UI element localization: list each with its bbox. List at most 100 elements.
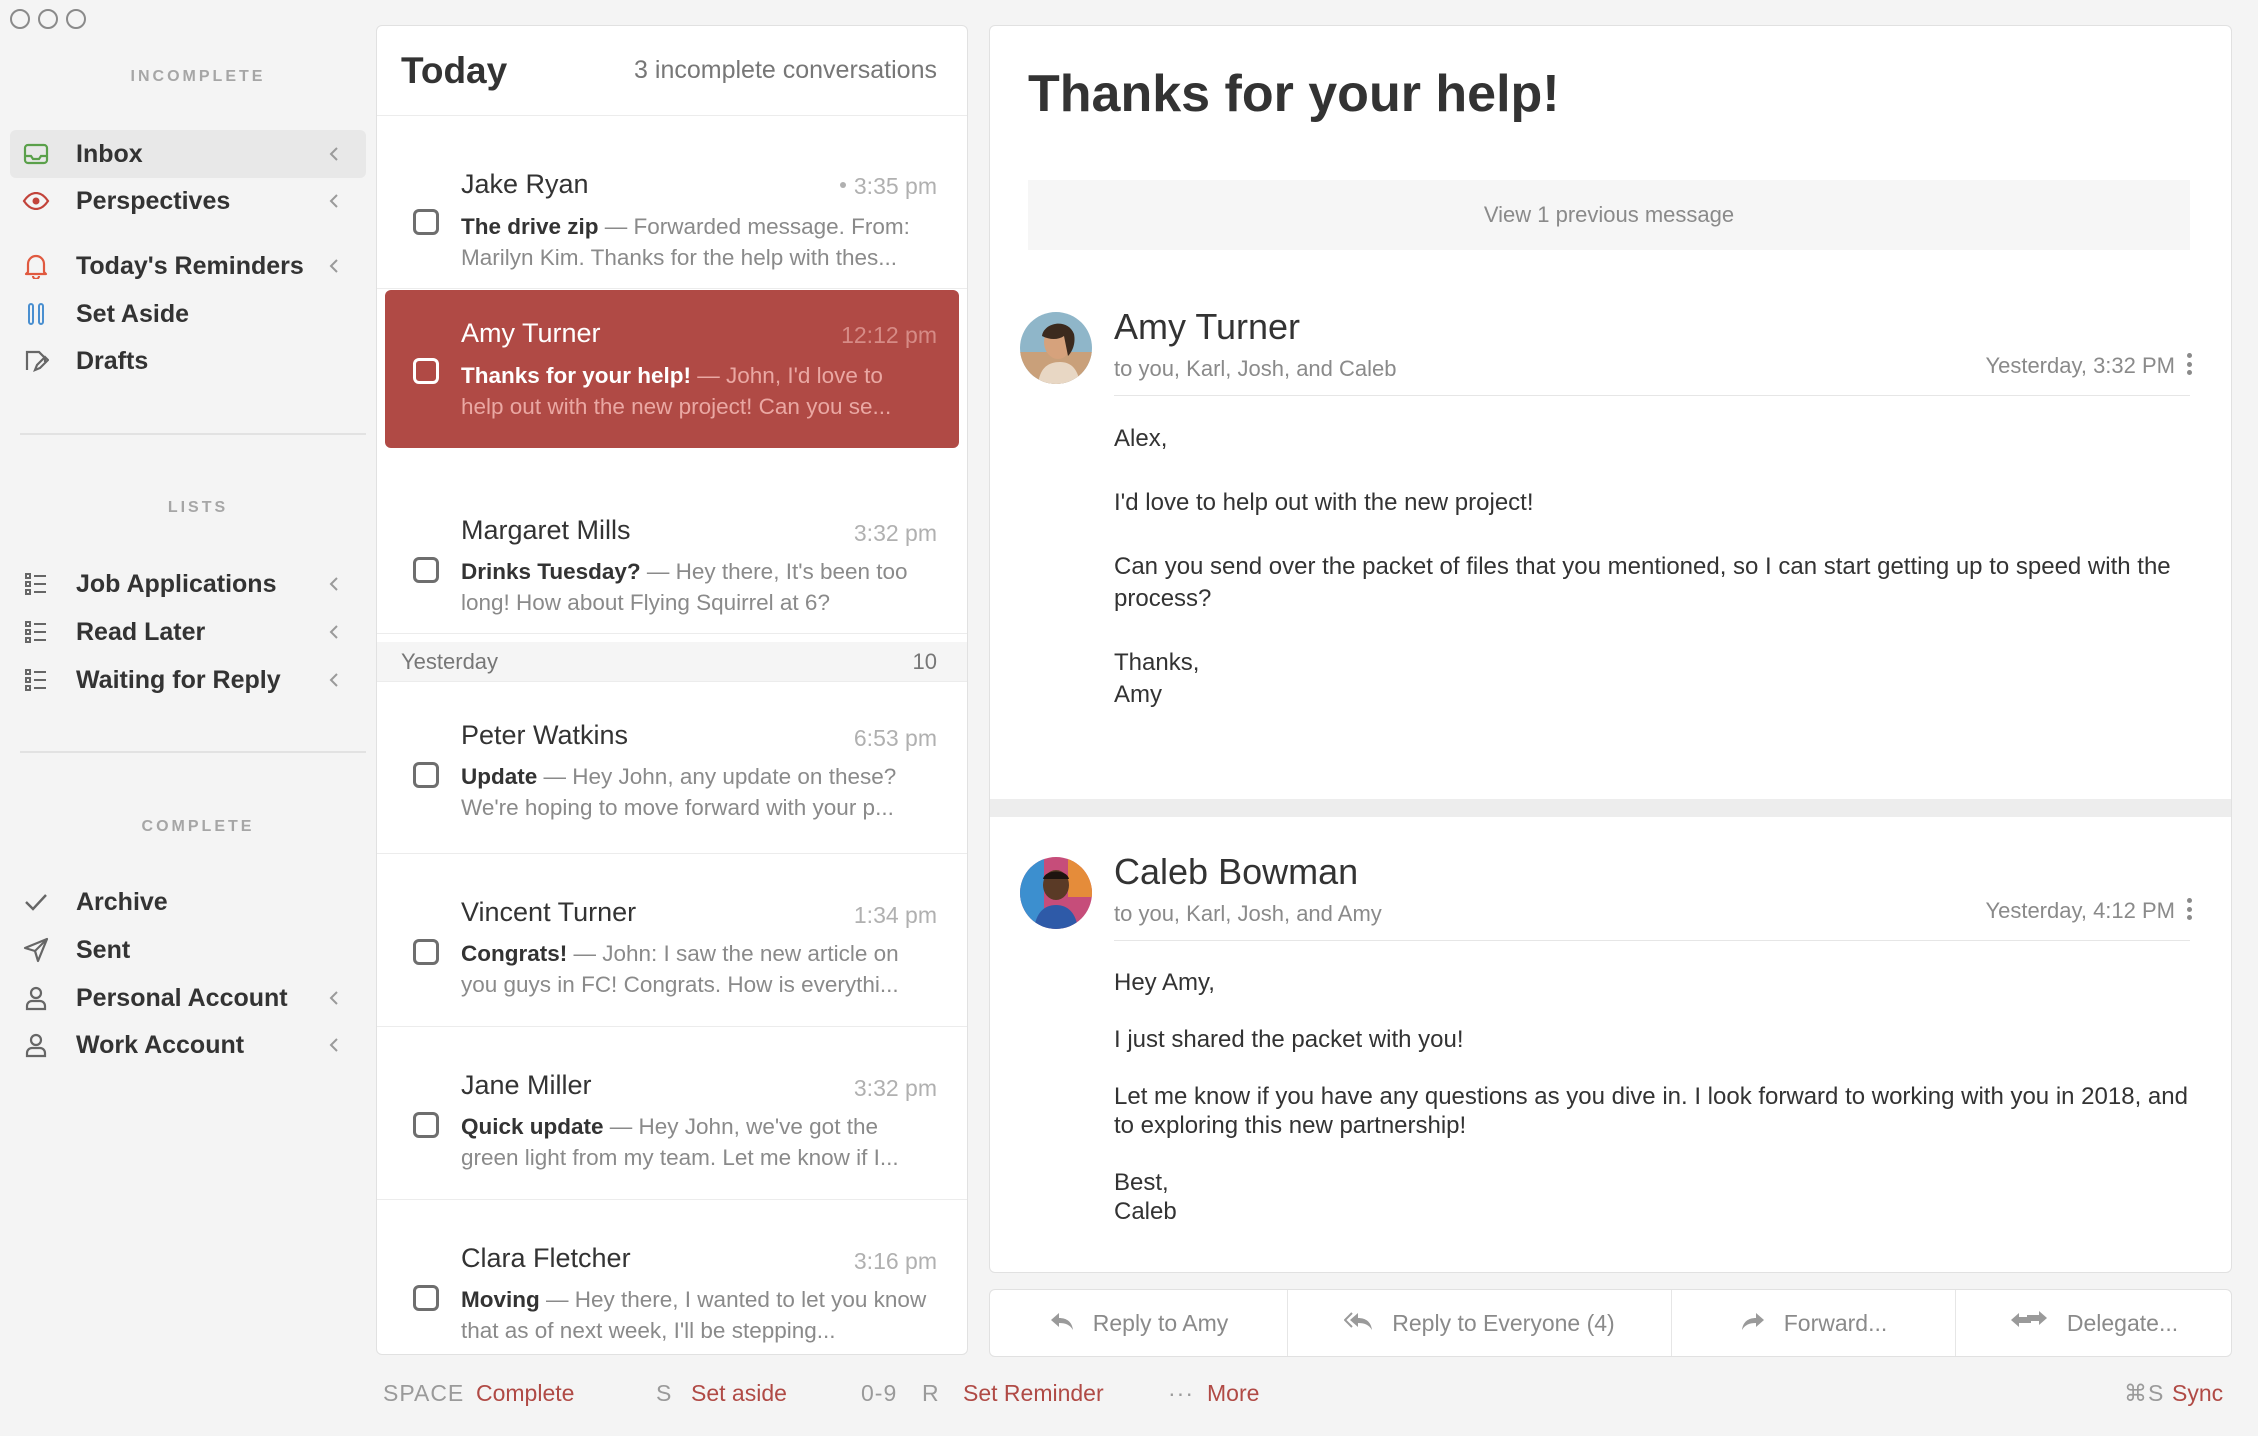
sidebar-item-work-account[interactable]: Work Account bbox=[10, 1021, 366, 1069]
message-body: Alex, I'd love to help out with the new … bbox=[1114, 425, 2171, 708]
more-options-icon[interactable] bbox=[2187, 353, 2193, 375]
draft-pencil-icon bbox=[20, 345, 52, 377]
incomplete-count: 3 incomplete conversations bbox=[634, 56, 937, 84]
sidebar-item-label: Drafts bbox=[76, 346, 149, 375]
reply-button[interactable]: Reply to Amy bbox=[990, 1290, 1288, 1356]
shortcut-key: S bbox=[656, 1380, 673, 1406]
header-divider bbox=[1114, 940, 2190, 941]
sidebar-item-waiting-for-reply[interactable]: Waiting for Reply bbox=[10, 656, 366, 704]
sidebar-item-set-aside[interactable]: Set Aside bbox=[10, 290, 366, 338]
conversation-row[interactable]: Jake Ryan 3:35 pm The drive zip — Forwar… bbox=[377, 117, 967, 289]
avatar bbox=[1020, 857, 1092, 929]
recipients: to you, Karl, Josh, and Amy bbox=[1114, 901, 1382, 926]
sender-name: Jane Miller bbox=[461, 1070, 592, 1100]
header-divider bbox=[1114, 395, 2190, 396]
message-time: Yesterday, 4:12 PM bbox=[1985, 898, 2175, 923]
sidebar-item-label: Job Applications bbox=[76, 569, 277, 598]
checklist-icon bbox=[20, 616, 52, 648]
view-previous-message-button[interactable]: View 1 previous message bbox=[1028, 180, 2190, 250]
message-detail: Thanks for your help! View 1 previous me… bbox=[989, 25, 2232, 1273]
timestamp: 3:32 pm bbox=[853, 520, 937, 546]
sidebar-item-inbox[interactable]: Inbox bbox=[10, 130, 366, 178]
timestamp: 3:35 pm bbox=[839, 173, 937, 200]
shortcut-key: 0-9 bbox=[861, 1380, 898, 1406]
chevron-left-icon[interactable] bbox=[324, 1035, 344, 1055]
complete-checkbox[interactable] bbox=[413, 1112, 439, 1138]
person-icon bbox=[20, 982, 52, 1014]
chevron-left-icon[interactable] bbox=[324, 574, 344, 594]
message-preview: Congrats! — John: I saw the new article … bbox=[461, 941, 899, 997]
conversation-row[interactable]: Clara Fletcher 3:16 pm Moving — Hey ther… bbox=[377, 1201, 967, 1354]
checklist-icon bbox=[20, 568, 52, 600]
message-preview: Drinks Tuesday? — Hey there, It's been t… bbox=[461, 559, 908, 615]
shortcut-key: R bbox=[922, 1380, 940, 1406]
complete-checkbox[interactable] bbox=[413, 762, 439, 788]
delegate-button[interactable]: Delegate... bbox=[1956, 1290, 2231, 1356]
sender-name: Caleb Bowman bbox=[1114, 851, 1359, 892]
conversation-row-selected[interactable]: Amy Turner 12:12 pm Thanks for your help… bbox=[385, 290, 959, 448]
list-header: Today 3 incomplete conversations bbox=[377, 26, 967, 116]
sidebar-item-job-applications[interactable]: Job Applications bbox=[10, 560, 366, 608]
sidebar-item-drafts[interactable]: Drafts bbox=[10, 337, 366, 385]
timestamp: 3:32 pm bbox=[853, 1075, 937, 1101]
forward-button[interactable]: Forward... bbox=[1672, 1290, 1956, 1356]
more-shortcut[interactable]: More bbox=[1207, 1380, 1259, 1407]
reply-all-button[interactable]: Reply to Everyone (4) bbox=[1288, 1290, 1672, 1356]
forward-icon bbox=[1740, 1310, 1766, 1337]
sidebar-item-label: Inbox bbox=[76, 139, 143, 168]
conversation-row[interactable]: Peter Watkins 6:53 pm Update — Hey John,… bbox=[377, 682, 967, 854]
sender-name: Peter Watkins bbox=[461, 720, 629, 750]
message-time: Yesterday, 3:32 PM bbox=[1985, 353, 2175, 378]
reply-all-icon bbox=[1343, 1310, 1374, 1337]
sidebar-item-perspectives[interactable]: Perspectives bbox=[10, 177, 366, 225]
sidebar-item-sent[interactable]: Sent bbox=[10, 926, 366, 974]
complete-checkbox[interactable] bbox=[413, 358, 439, 384]
group-header-yesterday: Yesterday 10 bbox=[377, 642, 967, 682]
section-title-incomplete: INCOMPLETE bbox=[130, 68, 266, 85]
conversation-subject: Thanks for your help! bbox=[1028, 65, 1560, 123]
inbox-icon bbox=[20, 138, 52, 170]
section-title-lists: LISTS bbox=[167, 499, 229, 516]
bell-icon bbox=[20, 250, 52, 282]
conversation-row[interactable]: Margaret Mills 3:32 pm Drinks Tuesday? —… bbox=[377, 458, 967, 634]
complete-checkbox[interactable] bbox=[413, 1285, 439, 1311]
set-reminder-shortcut[interactable]: Set Reminder bbox=[963, 1380, 1104, 1407]
forward-label: Forward... bbox=[1783, 1309, 1888, 1336]
checklist-icon bbox=[20, 664, 52, 696]
conversation-list: Today 3 incomplete conversations Jake Ry… bbox=[376, 25, 968, 1355]
reply-all-label: Reply to Everyone (4) bbox=[1392, 1309, 1615, 1336]
sidebar-item-personal-account[interactable]: Personal Account bbox=[10, 974, 366, 1022]
message-preview: The drive zip — Forwarded message. From:… bbox=[461, 214, 910, 270]
sidebar-item-archive[interactable]: Archive bbox=[10, 878, 366, 926]
chevron-left-icon[interactable] bbox=[324, 256, 344, 276]
complete-shortcut[interactable]: Complete bbox=[476, 1380, 574, 1407]
chevron-left-icon[interactable] bbox=[324, 191, 344, 211]
shortcut-bar: SPACE Complete S Set aside 0-9 R Set Rem… bbox=[0, 1380, 2258, 1420]
complete-checkbox[interactable] bbox=[413, 939, 439, 965]
complete-checkbox[interactable] bbox=[413, 557, 439, 583]
sidebar-item-read-later[interactable]: Read Later bbox=[10, 608, 366, 656]
sidebar-item-reminders[interactable]: Today's Reminders bbox=[10, 242, 366, 290]
conversation-row[interactable]: Jane Miller 3:32 pm Quick update — Hey J… bbox=[377, 1028, 967, 1200]
delegate-icon bbox=[2009, 1309, 2049, 1337]
unread-dot-icon bbox=[839, 181, 846, 188]
paper-plane-icon bbox=[20, 934, 52, 966]
chevron-left-icon[interactable] bbox=[324, 670, 344, 690]
complete-checkbox[interactable] bbox=[413, 209, 439, 235]
chevron-left-icon[interactable] bbox=[324, 988, 344, 1008]
shortcut-key: ⌘S bbox=[2124, 1380, 2165, 1406]
sender-name: Jake Ryan bbox=[461, 169, 589, 199]
message-preview: Quick update — Hey John, we've got the g… bbox=[461, 1114, 899, 1170]
chevron-left-icon[interactable] bbox=[324, 144, 344, 164]
sidebar-item-label: Archive bbox=[76, 887, 168, 916]
timestamp: 3:16 pm bbox=[853, 1248, 937, 1274]
chevron-left-icon[interactable] bbox=[324, 622, 344, 642]
more-options-icon[interactable] bbox=[2187, 898, 2193, 920]
group-count: 10 bbox=[912, 648, 937, 674]
conversation-row[interactable]: Vincent Turner 1:34 pm Congrats! — John:… bbox=[377, 855, 967, 1027]
sidebar-item-label: Sent bbox=[76, 935, 131, 964]
sync-shortcut[interactable]: Sync bbox=[2172, 1380, 2223, 1407]
set-aside-shortcut[interactable]: Set aside bbox=[691, 1380, 787, 1407]
sidebar-item-label: Today's Reminders bbox=[76, 251, 304, 280]
delegate-label: Delegate... bbox=[2066, 1309, 2179, 1336]
